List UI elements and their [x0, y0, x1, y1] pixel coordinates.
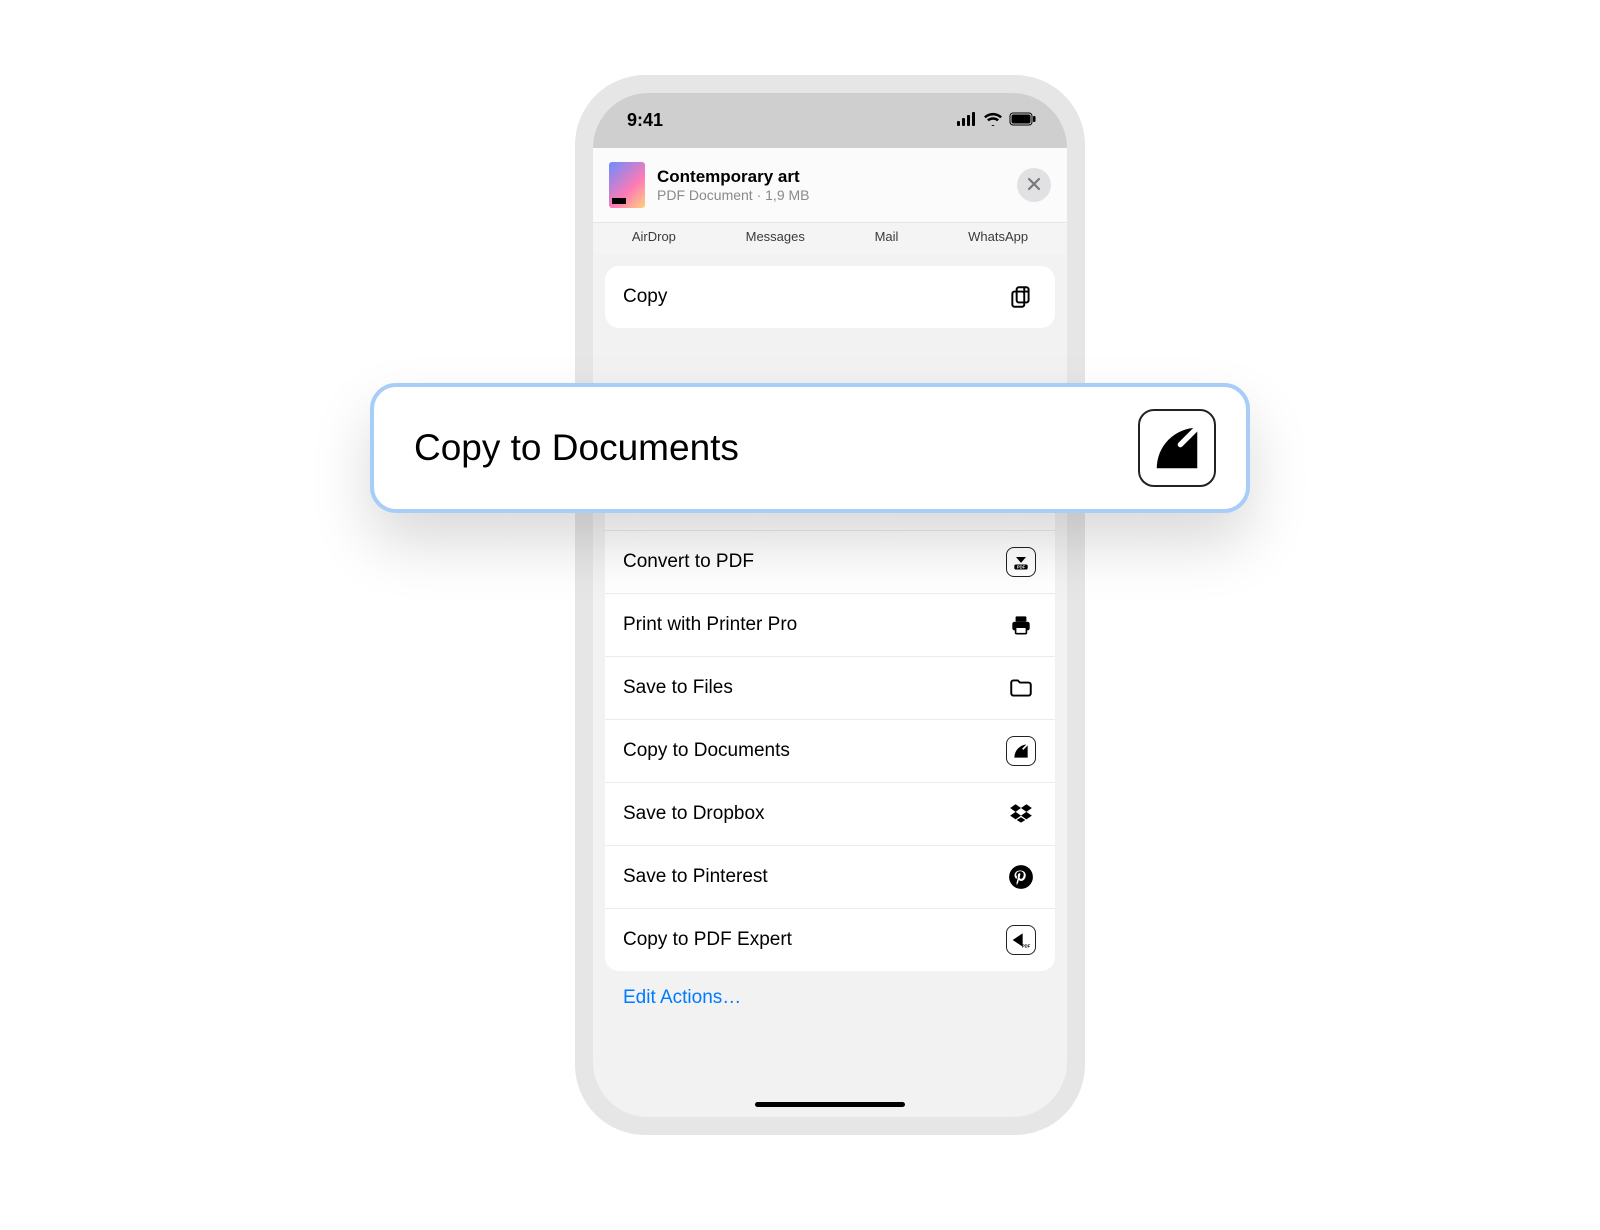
action-label: Save to Files: [623, 677, 733, 699]
edit-actions-link[interactable]: Edit Actions…: [605, 971, 1055, 1025]
action-print-with-printer-pro[interactable]: Print with Printer Pro: [605, 594, 1055, 657]
callout-label: Copy to Documents: [414, 427, 739, 469]
pinterest-icon: [1005, 861, 1037, 893]
dropbox-icon: [1005, 798, 1037, 830]
action-copy-to-documents[interactable]: Copy to Documents: [605, 720, 1055, 783]
header-text: Contemporary art PDF Document · 1,9 MB: [657, 167, 1005, 203]
action-label: Save to Dropbox: [623, 803, 765, 825]
action-label: Save to Pinterest: [623, 866, 768, 888]
home-indicator[interactable]: [755, 1102, 905, 1107]
share-target-whatsapp[interactable]: WhatsApp: [968, 229, 1028, 244]
action-label: Convert to PDF: [623, 551, 754, 573]
close-icon: [1027, 175, 1041, 196]
action-label: Print with Printer Pro: [623, 614, 797, 636]
phone-screen: 9:41 Contemporary art PDF Document · 1,9…: [593, 93, 1067, 1117]
callout-copy-to-documents[interactable]: Copy to Documents: [370, 383, 1250, 513]
action-label: Copy to Documents: [623, 740, 790, 762]
documents-app-icon-large: [1138, 409, 1216, 487]
action-label: Copy to PDF Expert: [623, 929, 792, 951]
close-button[interactable]: [1017, 168, 1051, 202]
wifi-icon: [983, 110, 1003, 131]
share-target-airdrop[interactable]: AirDrop: [632, 229, 676, 244]
battery-icon: [1009, 110, 1037, 131]
printer-pro-icon: [1005, 609, 1037, 641]
action-label: Copy: [623, 286, 667, 308]
document-title: Contemporary art: [657, 167, 1005, 187]
pdf-expert-icon: PDF: [1005, 924, 1037, 956]
copy-group: Copy: [605, 266, 1055, 328]
document-thumbnail: [609, 162, 645, 208]
document-subtitle: PDF Document · 1,9 MB: [657, 187, 1005, 203]
action-save-to-dropbox[interactable]: Save to Dropbox: [605, 783, 1055, 846]
share-target-mail[interactable]: Mail: [875, 229, 899, 244]
share-target-messages[interactable]: Messages: [746, 229, 805, 244]
action-copy[interactable]: Copy: [605, 266, 1055, 328]
status-indicators: [957, 110, 1037, 131]
svg-text:PDF: PDF: [1017, 565, 1026, 570]
action-save-to-pinterest[interactable]: Save to Pinterest: [605, 846, 1055, 909]
status-time: 9:41: [627, 110, 663, 131]
svg-text:PDF: PDF: [1022, 944, 1031, 949]
share-targets-row: AirDrop Messages Mail WhatsApp: [593, 223, 1067, 254]
share-header: Contemporary art PDF Document · 1,9 MB: [593, 148, 1067, 223]
copy-icon: [1005, 281, 1037, 313]
action-convert-to-pdf[interactable]: Convert to PDF PDF: [605, 531, 1055, 594]
actions-scroll-area: Copy Print Convert to PDF P: [593, 254, 1067, 1025]
convert-pdf-icon: PDF: [1005, 546, 1037, 578]
documents-app-icon: [1005, 735, 1037, 767]
cellular-icon: [957, 110, 977, 131]
actions-group: Print Convert to PDF PDF Print with Prin…: [605, 468, 1055, 971]
status-bar: 9:41: [593, 93, 1067, 148]
folder-icon: [1005, 672, 1037, 704]
phone-frame: 9:41 Contemporary art PDF Document · 1,9…: [575, 75, 1085, 1135]
action-copy-to-pdf-expert[interactable]: Copy to PDF Expert PDF: [605, 909, 1055, 971]
action-save-to-files[interactable]: Save to Files: [605, 657, 1055, 720]
